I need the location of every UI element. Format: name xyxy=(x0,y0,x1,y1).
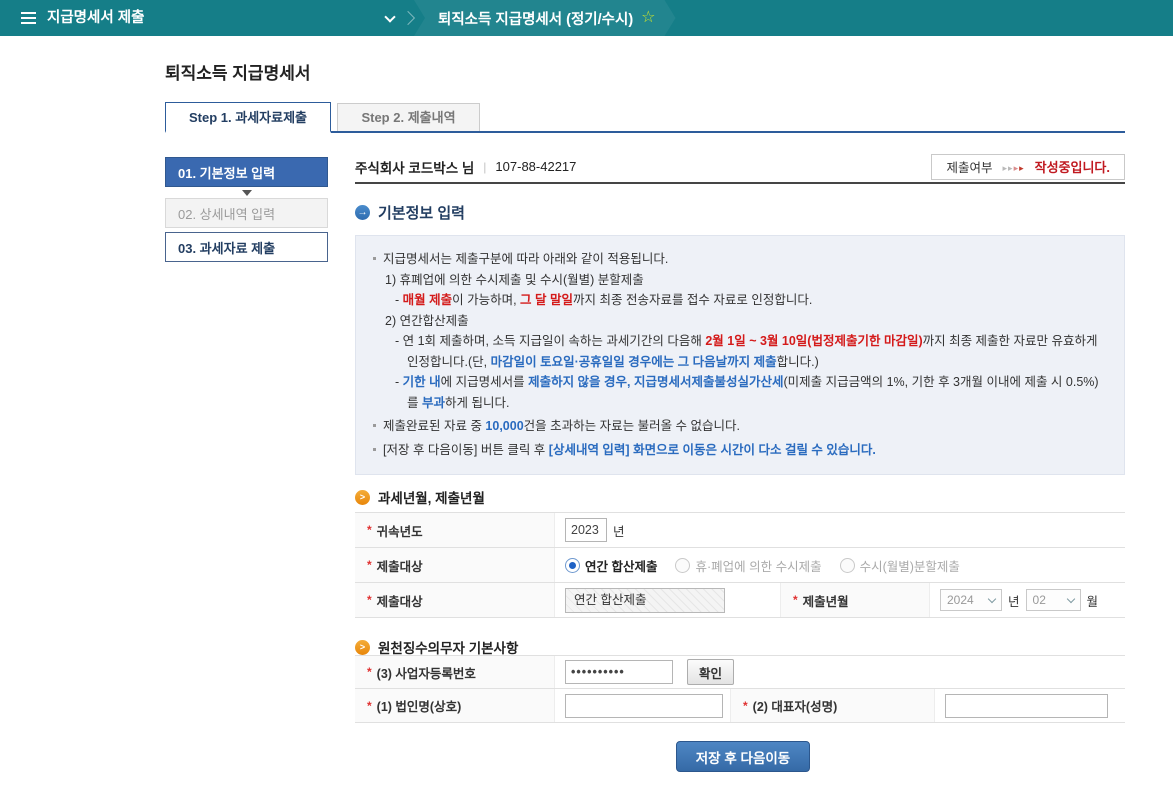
chevron-circle-icon: > xyxy=(355,640,370,655)
sidebar-step-tax-data-submit[interactable]: 03. 과세자료 제출 xyxy=(165,232,328,262)
corp-name-cell xyxy=(555,689,730,722)
table-row: *귀속년도 년 xyxy=(355,513,1125,548)
breadcrumb: 퇴직소득 지급명세서 (정기/수시) ☆ xyxy=(414,0,676,36)
required-asterisk: * xyxy=(367,558,372,572)
tab-step1-tax-data-submit[interactable]: Step 1. 과세자료제출 xyxy=(165,102,331,133)
notice-line: - 기한 내에 지급명세서를 제출하지 않을 경우, 지급명세서제출불성실가산세… xyxy=(395,372,1109,413)
tax-period-table: *귀속년도 년 *제출대상 연간 합산제출 휴·폐업에 의한 수시제출 수시(월… xyxy=(355,512,1125,618)
notice-line: 제출완료된 자료 중 10,000건을 초과하는 자료는 불러올 수 없습니다. xyxy=(371,416,1109,437)
chevron-circle-icon: > xyxy=(355,490,370,505)
section-header-basic-info: → 기본정보 입력 xyxy=(355,202,465,223)
radio-monthly-split[interactable]: 수시(월별)분할제출 xyxy=(840,556,960,575)
notice-line: [저장 후 다음이동] 버튼 클릭 후 [상세내역 입력] 화면으로 이동은 시… xyxy=(371,440,1109,461)
required-asterisk: * xyxy=(367,699,372,713)
sidebar-step-detail-input[interactable]: 02. 상세내역 입력 xyxy=(165,198,328,228)
notice-line: - 연 1회 제출하며, 소득 지급일이 속하는 과세기간의 다음해 2월 1일… xyxy=(395,331,1109,372)
attribution-year-input[interactable] xyxy=(565,518,607,542)
radio-selected-icon[interactable] xyxy=(565,558,580,573)
representative-input[interactable] xyxy=(945,694,1108,718)
notice-line: 지급명세서는 제출구분에 따라 아래와 같이 적용됩니다. xyxy=(371,249,1109,270)
arrow-down-icon xyxy=(242,190,252,196)
top-navigation-bar: 지급명세서 제출 퇴직소득 지급명세서 (정기/수시) ☆ xyxy=(0,0,1173,36)
page-title: 퇴직소득 지급명세서 xyxy=(165,59,310,84)
radio-disabled-icon[interactable] xyxy=(675,558,690,573)
confirm-button[interactable]: 확인 xyxy=(687,659,734,685)
table-row: *제출대상 연간 합산제출 *제출년월 2024 년 02 월 xyxy=(355,583,1125,618)
submit-year-select[interactable]: 2024 xyxy=(940,589,1002,611)
submit-target-readonly-field: 연간 합산제출 xyxy=(565,588,725,613)
notice-line: 2) 연간합산제출 xyxy=(385,311,1109,332)
arrows-right-icon: ▸▸▸▸ xyxy=(1003,158,1025,176)
step-sidebar: 01. 기본정보 입력 02. 상세내역 입력 03. 과세자료 제출 xyxy=(165,157,328,262)
radio-closure-occasional[interactable]: 휴·폐업에 의한 수시제출 xyxy=(675,556,821,575)
sidebar-step-basic-info[interactable]: 01. 기본정보 입력 xyxy=(165,157,328,187)
radio-disabled-icon[interactable] xyxy=(840,558,855,573)
breadcrumb-current: 퇴직소득 지급명세서 (정기/수시) xyxy=(438,8,633,29)
business-number: 107-88-42217 xyxy=(495,159,576,174)
business-number-label: *(3) 사업자등록번호 xyxy=(355,656,555,688)
attribution-year-label: *귀속년도 xyxy=(355,513,555,547)
representative-cell xyxy=(935,689,1108,722)
star-icon[interactable]: ☆ xyxy=(641,10,655,26)
submit-yearmonth-label: *제출년월 xyxy=(780,583,930,617)
breadcrumb-separator-icon xyxy=(401,11,415,25)
business-number-input[interactable] xyxy=(565,660,673,684)
table-row: *제출대상 연간 합산제출 휴·폐업에 의한 수시제출 수시(월별)분할제출 xyxy=(355,548,1125,583)
submit-month-select[interactable]: 02 xyxy=(1026,589,1081,611)
submit-target-label: *제출대상 xyxy=(355,548,555,582)
taxpayer-name: 주식회사 코드박스 님 xyxy=(355,157,474,177)
table-row: *(3) 사업자등록번호 확인 xyxy=(355,656,1125,689)
table-row: *(1) 법인명(상호) *(2) 대표자(성명) xyxy=(355,689,1125,723)
taxpayer-info-row: 주식회사 코드박스 님 | 107-88-42217 제출여부 ▸▸▸▸ 작성중… xyxy=(355,151,1125,184)
representative-label: *(2) 대표자(성명) xyxy=(730,689,935,722)
section-header-withholding-agent: > 원천징수의무자 기본사항 xyxy=(355,637,518,657)
notice-line: - 매월 제출이 가능하며, 그 달 말일까지 최종 전송자료를 접수 자료로 … xyxy=(395,290,1109,311)
section-header-tax-period: > 과세년월, 제출년월 xyxy=(355,487,485,507)
business-number-cell: 확인 xyxy=(555,656,734,688)
corp-name-input[interactable] xyxy=(565,694,723,718)
year-unit: 년 xyxy=(1008,591,1020,610)
year-unit: 년 xyxy=(613,521,625,540)
submit-target2-cell: 연간 합산제출 xyxy=(555,583,780,617)
menu-icon[interactable] xyxy=(21,12,36,27)
notice-line: 1) 휴폐업에 의한 수시제출 및 수시(월별) 분할제출 xyxy=(385,270,1109,291)
submit-target-radio-group: 연간 합산제출 휴·폐업에 의한 수시제출 수시(월별)분할제출 xyxy=(565,556,960,575)
section-title: 원천징수의무자 기본사항 xyxy=(378,637,518,657)
submit-yearmonth-cell: 2024 년 02 월 xyxy=(930,583,1098,617)
required-asterisk: * xyxy=(367,593,372,607)
corp-name-label: *(1) 법인명(상호) xyxy=(355,689,555,722)
required-asterisk: * xyxy=(367,665,372,679)
chevron-down-icon xyxy=(988,594,996,602)
chevron-down-icon[interactable] xyxy=(384,11,395,22)
section-title: 기본정보 입력 xyxy=(378,202,465,223)
submit-status-box: 제출여부 ▸▸▸▸ 작성중입니다. xyxy=(931,154,1125,180)
submit-target2-label: *제출대상 xyxy=(355,583,555,617)
arrow-circle-icon: → xyxy=(355,205,370,220)
required-asterisk: * xyxy=(743,699,748,713)
section-title: 과세년월, 제출년월 xyxy=(378,487,485,507)
required-asterisk: * xyxy=(367,523,372,537)
tab-step2-submission-history[interactable]: Step 2. 제출내역 xyxy=(337,103,480,131)
divider: | xyxy=(483,160,486,174)
attribution-year-cell: 년 xyxy=(555,513,625,547)
save-next-button[interactable]: 저장 후 다음이동 xyxy=(676,741,810,772)
submit-target-cell: 연간 합산제출 휴·폐업에 의한 수시제출 수시(월별)분할제출 xyxy=(555,548,960,582)
radio-annual-combined[interactable]: 연간 합산제출 xyxy=(565,556,657,575)
required-asterisk: * xyxy=(793,593,798,607)
notice-box: 지급명세서는 제출구분에 따라 아래와 같이 적용됩니다. 1) 휴폐업에 의한… xyxy=(355,235,1125,475)
chevron-down-icon xyxy=(1066,594,1074,602)
month-unit: 월 xyxy=(1087,591,1099,610)
submit-status-value: 작성중입니다. xyxy=(1035,157,1110,176)
submit-status-label: 제출여부 xyxy=(946,157,992,176)
withholding-agent-table: *(3) 사업자등록번호 확인 *(1) 법인명(상호) *(2) 대표자(성명… xyxy=(355,655,1125,723)
menu-title[interactable]: 지급명세서 제출 xyxy=(47,0,144,36)
